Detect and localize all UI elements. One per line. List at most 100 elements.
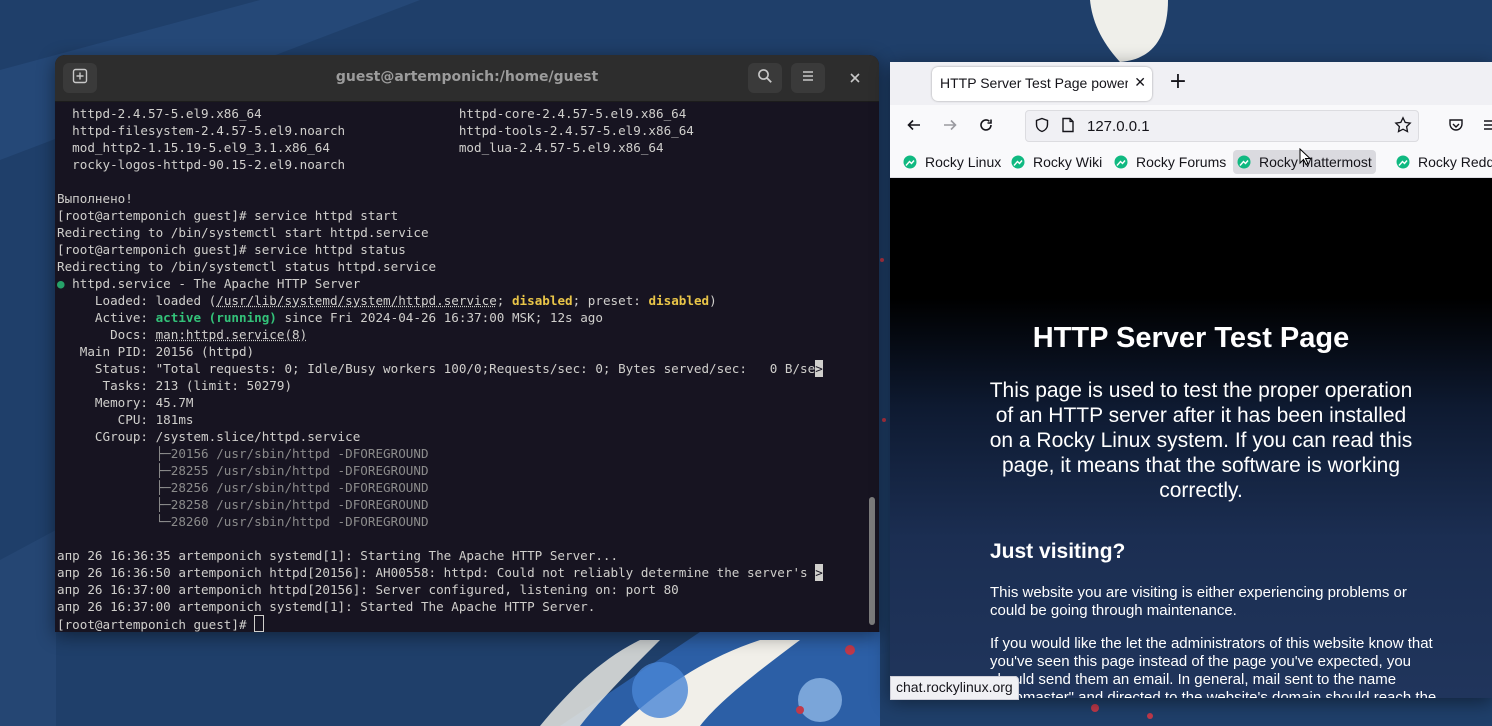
terminal-text: Main PID: 20156 (httpd) — [57, 344, 255, 359]
tracking-protection-shield-icon[interactable] — [1034, 117, 1050, 137]
terminal-text: httpd-filesystem-2.4.57-5.el9.noarch htt… — [57, 123, 694, 138]
terminal-text: > — [815, 564, 823, 581]
terminal-text: since Fri 2024-04-26 16:37:00 MSK; 12s a… — [276, 310, 603, 325]
reload-button[interactable] — [974, 115, 998, 139]
bookmark-star-icon[interactable] — [1394, 116, 1412, 138]
browser-tab-active[interactable]: HTTP Server Test Page powered by ✕ — [932, 67, 1152, 101]
back-button[interactable] — [902, 115, 926, 139]
close-icon — [849, 69, 861, 88]
terminal-text: disabled — [511, 293, 573, 308]
terminal-line: Redirecting to /bin/systemctl start http… — [57, 224, 865, 241]
terminal-line: Status: "Total requests: 0; Idle/Busy wo… — [57, 360, 865, 377]
bookmark-label: Rocky Mattermost — [1259, 154, 1372, 170]
terminal-text: Redirecting to /bin/systemctl status htt… — [57, 259, 437, 274]
bookmark-rocky-linux[interactable]: Rocky Linux — [899, 150, 1005, 174]
bookmarks-toolbar: Rocky Linux Rocky Wiki Rocky Forums Rock… — [890, 149, 1492, 178]
tab-bar: HTTP Server Test Page powered by ✕ + — [890, 62, 1492, 105]
terminal-line: CPU: 181ms — [57, 411, 865, 428]
search-button[interactable] — [748, 63, 782, 93]
terminal-text: disabled — [648, 293, 710, 308]
terminal-text: /usr/lib/systemd/system/httpd.service — [216, 293, 497, 308]
terminal-text: httpd.service - The Apache HTTP Server — [64, 276, 361, 291]
close-window-button[interactable] — [838, 63, 872, 93]
url-text: 127.0.0.1 — [1087, 118, 1150, 135]
terminal-text: httpd-2.4.57-5.el9.x86_64 httpd-core-2.4… — [57, 106, 687, 121]
bookmark-rocky-wiki[interactable]: Rocky Wiki — [1007, 150, 1106, 174]
section-heading: Just visiting? — [990, 540, 1126, 563]
terminal-text: апр 26 16:36:50 artemponich httpd[20156]… — [57, 565, 816, 580]
search-icon — [757, 68, 773, 88]
rocky-logo-icon — [903, 155, 917, 169]
tab-close-icon[interactable]: ✕ — [1134, 75, 1146, 91]
terminal-output[interactable]: httpd-2.4.57-5.el9.x86_64 httpd-core-2.4… — [57, 105, 865, 632]
terminal-line: Loaded: loaded (/usr/lib/systemd/system/… — [57, 292, 865, 309]
terminal-line: [root@artemponich guest]# service httpd … — [57, 241, 865, 258]
rocky-logo-icon — [1237, 155, 1251, 169]
terminal-line: rocky-logos-httpd-90.15-2.el9.noarch — [57, 156, 865, 173]
terminal-text: Docs: — [57, 327, 156, 342]
terminal-line: апр 26 16:36:35 artemponich systemd[1]: … — [57, 547, 865, 564]
terminal-text: апр 26 16:37:00 artemponich systemd[1]: … — [57, 599, 596, 614]
section-paragraph: If you would like the let the administra… — [990, 635, 1437, 698]
reload-icon — [978, 117, 994, 137]
forward-arrow-icon — [942, 117, 958, 137]
pocket-icon — [1448, 117, 1464, 137]
terminal-scrollbar-thumb[interactable] — [869, 497, 875, 625]
url-bar[interactable]: 127.0.0.1 — [1025, 110, 1419, 142]
terminal-line: ├─28255 /usr/sbin/httpd -DFOREGROUND — [57, 462, 865, 479]
terminal-text: [root@artemponich guest]# service httpd … — [57, 208, 399, 223]
terminal-line: ├─28256 /usr/sbin/httpd -DFOREGROUND — [57, 479, 865, 496]
terminal-line: mod_http2-1.15.19-5.el9_3.1.x86_64 mod_l… — [57, 139, 865, 156]
rocky-logo-icon — [1011, 155, 1025, 169]
terminal-line: └─28260 /usr/sbin/httpd -DFOREGROUND — [57, 513, 865, 530]
terminal-text: ├─28256 /usr/sbin/httpd -DFOREGROUND — [57, 480, 429, 495]
terminal-text: ; preset: — [572, 293, 649, 308]
app-menu-button[interactable] — [1478, 115, 1492, 139]
terminal-line: httpd-2.4.57-5.el9.x86_64 httpd-core-2.4… — [57, 105, 865, 122]
forward-button[interactable] — [938, 115, 962, 139]
terminal-text: Redirecting to /bin/systemctl start http… — [57, 225, 429, 240]
terminal-line: Main PID: 20156 (httpd) — [57, 343, 865, 360]
terminal-text: Loaded: loaded ( — [57, 293, 217, 308]
page-content[interactable]: HTTP Server Test Page This page is used … — [890, 178, 1492, 698]
pocket-button[interactable] — [1444, 115, 1468, 139]
terminal-text: апр 26 16:36:35 artemponich systemd[1]: … — [57, 548, 619, 563]
bookmark-label: Rocky Wiki — [1033, 154, 1103, 170]
terminal-header-bar: guest@artemponich:/home/guest — [55, 55, 879, 102]
terminal-text: ├─28258 /usr/sbin/httpd -DFOREGROUND — [57, 497, 429, 512]
terminal-line: ├─28258 /usr/sbin/httpd -DFOREGROUND — [57, 496, 865, 513]
new-tab-button[interactable]: + — [1166, 71, 1190, 95]
terminal-text: rocky-logos-httpd-90.15-2.el9.noarch — [57, 157, 346, 172]
terminal-line: Выполнено! — [57, 190, 865, 207]
terminal-line: Docs: man:httpd.service(8) — [57, 326, 865, 343]
terminal-line: Redirecting to /bin/systemctl status htt… — [57, 258, 865, 275]
back-arrow-icon — [906, 117, 922, 137]
terminal-text: [root@artemponich guest]# service httpd … — [57, 242, 406, 257]
menu-button[interactable] — [791, 63, 825, 93]
terminal-text: Memory: 45.7M — [57, 395, 194, 410]
terminal-text: Status: "Total requests: 0; Idle/Busy wo… — [57, 361, 816, 376]
terminal-text: Tasks: 213 (limit: 50279) — [57, 378, 293, 393]
terminal-line: ├─20156 /usr/sbin/httpd -DFOREGROUND — [57, 445, 865, 462]
terminal-text: active (running) — [155, 310, 277, 325]
terminal-text: [root@artemponich guest]# — [57, 617, 255, 632]
bookmark-rocky-forums[interactable]: Rocky Forums — [1110, 150, 1230, 174]
hamburger-menu-icon — [800, 68, 816, 88]
terminal-text: └─28260 /usr/sbin/httpd -DFOREGROUND — [57, 514, 429, 529]
terminal-text: > — [815, 360, 823, 377]
terminal-window[interactable]: guest@artemponich:/home/guest httpd-2.4.… — [55, 55, 879, 632]
navigation-toolbar: 127.0.0.1 — [890, 105, 1492, 149]
terminal-line: апр 26 16:36:50 artemponich httpd[20156]… — [57, 564, 865, 581]
terminal-text: CGroup: /system.slice/httpd.service — [57, 429, 361, 444]
terminal-line: Active: active (running) since Fri 2024-… — [57, 309, 865, 326]
bookmark-label: Rocky Forums — [1136, 154, 1227, 170]
terminal-text: ● — [57, 276, 65, 291]
rocky-logo-icon — [1114, 155, 1128, 169]
page-info-icon[interactable] — [1061, 117, 1075, 137]
terminal-line: [root@artemponich guest]# service httpd … — [57, 207, 865, 224]
mouse-cursor-icon — [1299, 147, 1312, 170]
bookmark-rocky-reddit[interactable]: Rocky Reddit — [1392, 150, 1492, 174]
rocky-logo-icon — [1396, 155, 1410, 169]
browser-window[interactable]: HTTP Server Test Page powered by ✕ + — [890, 62, 1492, 698]
